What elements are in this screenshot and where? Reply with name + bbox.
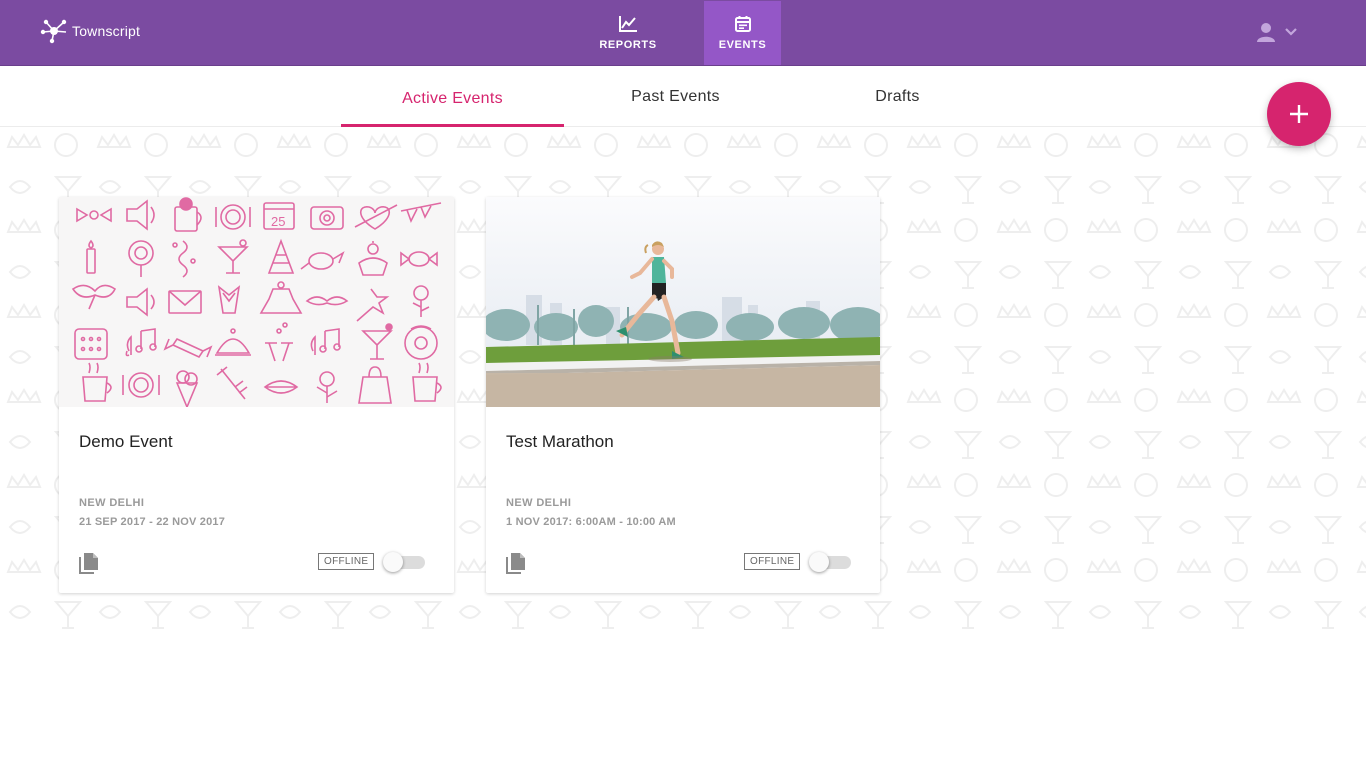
toggle-knob <box>809 552 829 572</box>
toggle-knob <box>383 552 403 572</box>
publish-toggle[interactable] <box>383 552 425 572</box>
plus-icon <box>1290 105 1308 123</box>
document-icon[interactable] <box>79 552 99 579</box>
tab-active-events[interactable]: Active Events <box>341 66 564 127</box>
chevron-down-icon <box>1285 28 1297 36</box>
nav-reports[interactable]: REPORTS <box>590 1 666 65</box>
add-event-button[interactable] <box>1267 82 1331 146</box>
event-dates: 1 NOV 2017: 6:00AM - 10:00 AM <box>506 516 676 528</box>
event-tabs: Active Events Past Events Drafts <box>0 66 1366 127</box>
top-navbar: Townscript REPORTS EVENTS <box>0 0 1366 66</box>
event-location: NEW DELHI <box>506 497 572 509</box>
event-image-party-pattern: 25 <box>59 197 454 407</box>
townscript-logo[interactable]: Townscript <box>40 17 140 45</box>
nav-events[interactable]: EVENTS <box>704 1 781 65</box>
status-badge: OFFLINE <box>318 553 375 570</box>
event-title[interactable]: Test Marathon <box>506 432 614 452</box>
tab-active-events-label: Active Events <box>402 90 503 107</box>
user-menu[interactable] <box>1254 20 1302 44</box>
calendar-icon <box>734 16 751 32</box>
tab-past-events[interactable]: Past Events <box>564 66 787 126</box>
townscript-logo-icon <box>40 19 67 44</box>
chart-line-icon <box>619 16 637 32</box>
brand-name: Townscript <box>72 23 141 39</box>
event-image-runner-photo <box>486 197 880 407</box>
nav-events-label: EVENTS <box>718 39 767 51</box>
status-badge: OFFLINE <box>744 553 801 570</box>
tab-drafts-label: Drafts <box>875 88 920 105</box>
event-title[interactable]: Demo Event <box>79 432 173 452</box>
event-card[interactable]: 25 Demo Event NEW DELHI 21 SEP 2017 - 22… <box>59 197 454 593</box>
publish-toggle[interactable] <box>809 552 851 572</box>
document-icon[interactable] <box>506 552 526 579</box>
nav-reports-label: REPORTS <box>599 39 657 51</box>
event-location: NEW DELHI <box>79 497 145 509</box>
tab-past-events-label: Past Events <box>631 88 720 105</box>
event-card[interactable]: Test Marathon NEW DELHI 1 NOV 2017: 6:00… <box>486 197 880 593</box>
svg-text:25: 25 <box>271 214 285 229</box>
tab-drafts[interactable]: Drafts <box>786 66 1009 126</box>
event-dates: 21 SEP 2017 - 22 NOV 2017 <box>79 516 226 528</box>
user-icon <box>1257 23 1275 42</box>
